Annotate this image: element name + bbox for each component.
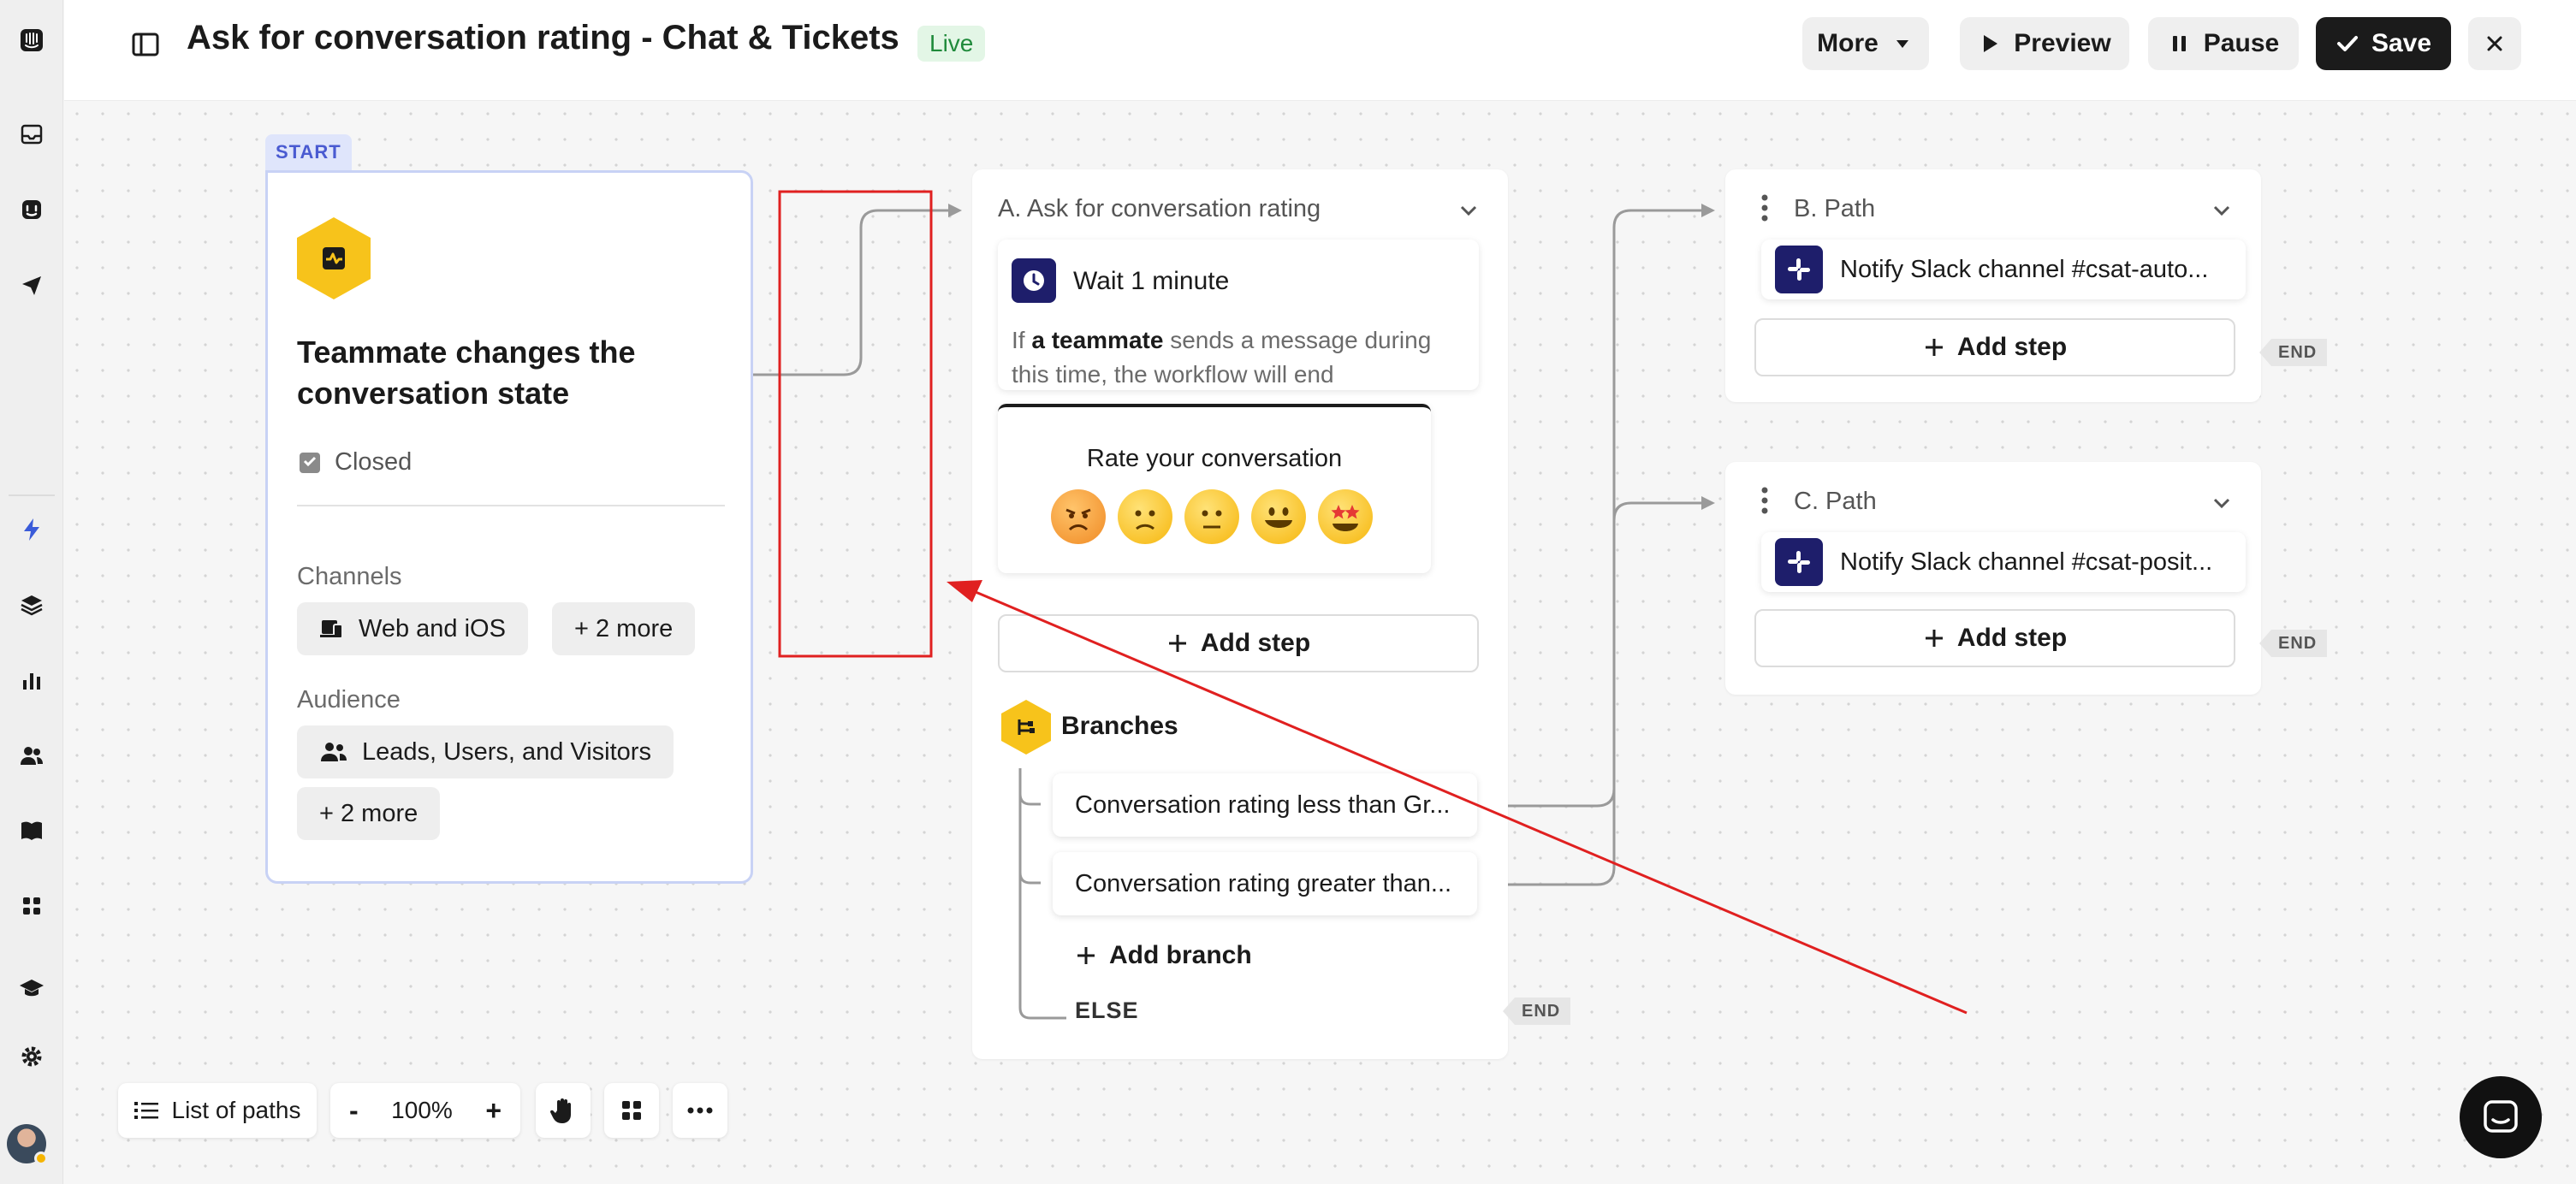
path-b-add-step-button[interactable]: Add step [1754, 318, 2235, 376]
end-tag-b: END [2259, 339, 2328, 366]
path-c-title: C. Path [1794, 488, 1877, 515]
plus-icon [1925, 339, 1943, 356]
path-c-card[interactable]: C. Path Notify Slack channel #csat-posit… [1725, 462, 2261, 695]
zoom-out-button[interactable]: - [349, 1095, 359, 1127]
zoom-level: 100% [391, 1097, 453, 1123]
rating-message-card[interactable]: Rate your conversation [998, 404, 1431, 573]
connector-start-to-a [753, 209, 950, 376]
end-tag-a: END [1503, 998, 1571, 1025]
arrowhead-c [1701, 496, 1715, 510]
end-tag-c: END [2259, 630, 2328, 657]
path-b-action-label: Notify Slack channel #csat-auto... [1840, 255, 2209, 283]
rating-emoji-row [1051, 489, 1373, 544]
rating-title: Rate your conversation [1086, 445, 1343, 472]
clock-icon [1012, 258, 1056, 303]
slack-icon [1775, 538, 1823, 586]
chevron-down-icon[interactable] [1457, 198, 1481, 222]
branch-rating-less[interactable]: Conversation rating less than Gr... [1053, 773, 1477, 837]
branches-label: Branches [1061, 712, 1178, 740]
sad-emoji-icon[interactable] [1118, 489, 1172, 544]
step-a-card[interactable]: A. Ask for conversation rating Wait 1 mi… [972, 169, 1508, 1059]
audience-more-chip[interactable]: + 2 more [297, 787, 441, 840]
star-struck-emoji-icon[interactable] [1318, 489, 1373, 544]
channels-label: Channels [297, 563, 402, 590]
list-icon [134, 1102, 158, 1119]
more-options-button[interactable] [673, 1083, 727, 1138]
people-icon [321, 743, 347, 761]
audience-chip[interactable]: Leads, Users, and Visitors [297, 725, 674, 778]
zoom-control: - 100% + [330, 1083, 520, 1138]
condition-label: Closed [335, 448, 413, 476]
path-b-card[interactable]: B. Path Notify Slack channel #csat-auto.… [1725, 169, 2261, 402]
plus-icon [1168, 635, 1186, 652]
channel-value: Web and iOS [359, 614, 506, 642]
else-label: ELSE [1075, 998, 1139, 1023]
trigger-condition: Closed [297, 448, 412, 477]
wait-label: Wait 1 minute [1073, 267, 1230, 295]
happy-emoji-icon[interactable] [1251, 489, 1306, 544]
path-c-add-step-label: Add step [1956, 624, 2068, 652]
path-c-action-label: Notify Slack channel #csat-posit... [1840, 548, 2213, 576]
audience-label: Audience [297, 686, 401, 713]
trigger-title: Teammate changes the conversation state [297, 334, 636, 411]
angry-emoji-icon[interactable] [1051, 489, 1106, 544]
plus-icon [1077, 947, 1095, 964]
wait-desc-prefix: If [1012, 327, 1025, 353]
path-b-title: B. Path [1794, 195, 1876, 222]
trigger-card[interactable]: Teammate changes the conversation state … [265, 170, 753, 884]
path-c-add-step-button[interactable]: Add step [1754, 609, 2235, 667]
wait-description: If a teammate sends a message during thi… [1012, 323, 1465, 392]
trigger-hex-icon [297, 217, 371, 299]
zoom-in-button[interactable]: + [485, 1095, 502, 1127]
step-a-title: A. Ask for conversation rating [998, 195, 1321, 222]
add-branch-button[interactable]: Add branch [1075, 941, 1252, 970]
drag-handle-icon[interactable] [1760, 486, 1770, 515]
hand-tool-button[interactable] [536, 1083, 591, 1138]
branch-rating-greater[interactable]: Conversation rating greater than... [1053, 852, 1477, 915]
ellipsis-icon [687, 1107, 713, 1114]
neutral-emoji-icon[interactable] [1184, 489, 1239, 544]
chevron-down-icon[interactable] [2210, 491, 2234, 515]
connector-a-to-c [1479, 501, 1703, 886]
arrowhead-a [948, 204, 962, 217]
plus-icon [1925, 630, 1943, 647]
path-b-slack-step[interactable]: Notify Slack channel #csat-auto... [1761, 240, 2246, 299]
messenger-launcher-button[interactable] [2460, 1076, 2542, 1158]
wait-desc-bold: a teammate [1031, 327, 1164, 353]
wait-step[interactable]: Wait 1 minute If a teammate sends a mess… [998, 240, 1479, 390]
hand-icon [550, 1098, 571, 1123]
list-of-paths-button[interactable]: List of paths [118, 1083, 317, 1138]
chat-icon [2484, 1100, 2518, 1133]
trigger-divider [297, 505, 725, 506]
auto-layout-button[interactable] [604, 1083, 659, 1138]
drag-handle-icon[interactable] [1760, 193, 1770, 222]
add-branch-label: Add branch [1109, 941, 1252, 969]
audience-value: Leads, Users, and Visitors [362, 737, 651, 766]
branches-icon [1001, 700, 1051, 755]
slack-icon [1775, 246, 1823, 293]
add-step-button[interactable]: Add step [998, 614, 1479, 672]
connector-a-to-b [1479, 209, 1703, 808]
channel-more-chip[interactable]: + 2 more [552, 602, 696, 655]
list-of-paths-label: List of paths [171, 1097, 301, 1123]
channel-chip[interactable]: Web and iOS [297, 602, 528, 655]
add-step-label: Add step [1200, 629, 1311, 657]
inbox-check-icon [300, 452, 320, 473]
start-badge: START [265, 134, 352, 170]
path-b-add-step-label: Add step [1956, 333, 2068, 361]
channel-device-icon [320, 620, 343, 639]
path-c-slack-step[interactable]: Notify Slack channel #csat-posit... [1761, 532, 2246, 592]
grid-icon [622, 1101, 641, 1120]
chevron-down-icon[interactable] [2210, 198, 2234, 222]
arrowhead-b [1701, 204, 1715, 217]
